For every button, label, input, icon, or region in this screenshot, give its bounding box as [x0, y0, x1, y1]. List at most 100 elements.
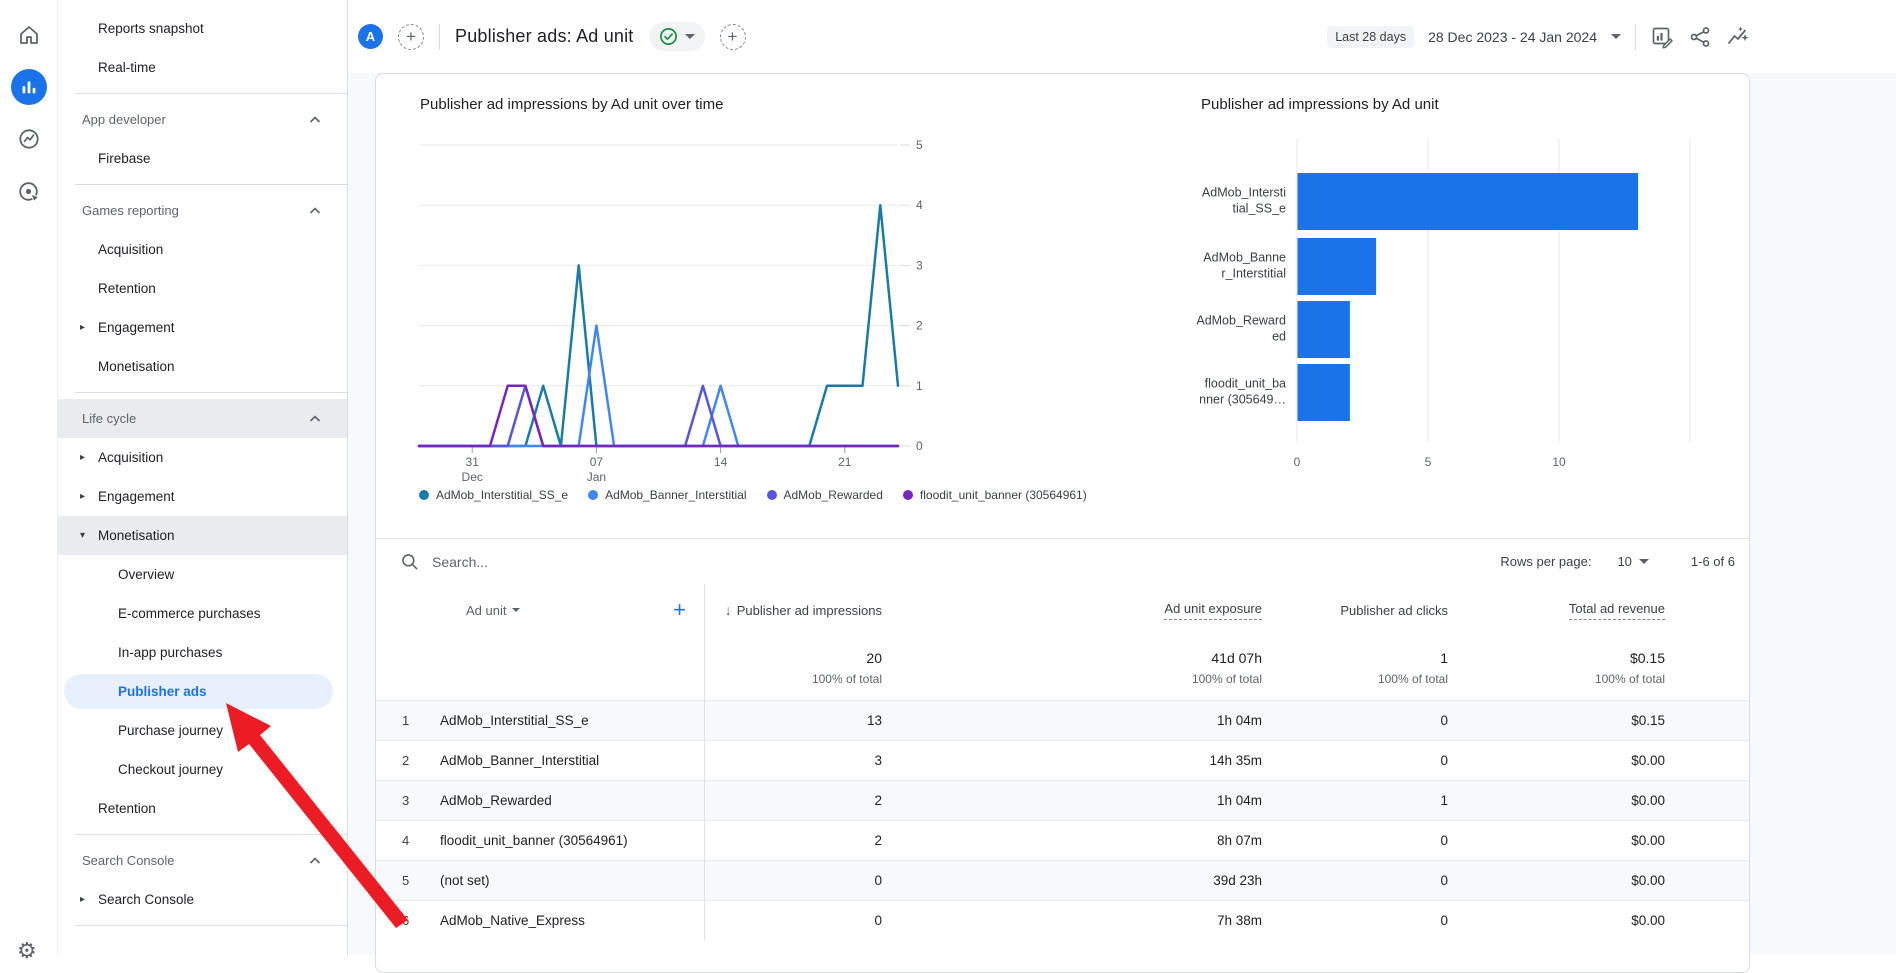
sidebar-item-acquisition[interactable]: Acquisition: [58, 230, 347, 269]
legend-item-floodit-unit-banner-30564961: floodit_unit_banner (30564961): [903, 488, 1087, 502]
sidebar-item-retention[interactable]: Retention: [58, 269, 347, 308]
collapse-arrow-icon[interactable]: ▾: [80, 530, 94, 541]
dimension-chevron-icon[interactable]: [512, 608, 520, 612]
sidebar-section-app-developer[interactable]: App developer: [58, 100, 347, 139]
sidebar-item-label: Acquisition: [98, 242, 163, 257]
row-index: 2: [376, 741, 440, 780]
sidebar-item-publisher-ads[interactable]: Publisher ads: [64, 674, 333, 709]
sidebar-item-monetisation[interactable]: ▾ Monetisation: [58, 516, 347, 555]
sidebar-section-games-reporting[interactable]: Games reporting: [58, 191, 347, 230]
row-index: 3: [376, 781, 440, 820]
totals-value: 20: [866, 650, 882, 666]
sidebar-section-life-cycle[interactable]: Life cycle: [58, 399, 347, 438]
row-clicks: 0: [1286, 821, 1472, 860]
sidebar-item-retention[interactable]: Retention: [58, 789, 347, 828]
x-axis-label: 07: [590, 455, 604, 469]
column-header-exposure[interactable]: Ad unit exposure: [906, 584, 1286, 636]
row-exposure: 14h 35m: [906, 741, 1286, 780]
bar-admob-banner-interstitial: [1298, 238, 1377, 295]
row-revenue: $0.00: [1472, 821, 1749, 860]
table-row: 5(not set)039d 23h0$0.00: [376, 860, 1749, 900]
date-range[interactable]: 28 Dec 2023 - 24 Jan 2024: [1428, 29, 1597, 45]
line-chart: 01234531Dec07Jan1421: [376, 74, 976, 538]
expand-arrow-icon[interactable]: ▸: [80, 452, 94, 463]
sidebar-item-real-time[interactable]: Real-time: [58, 48, 347, 87]
x-axis-label: 0: [1294, 455, 1301, 469]
comparison-avatar[interactable]: A: [358, 24, 383, 49]
expand-arrow-icon[interactable]: ▸: [80, 322, 94, 333]
dimension-header[interactable]: Ad unit +: [440, 584, 704, 636]
admin-gear-icon[interactable]: ⚙: [17, 938, 37, 964]
legend-dot-icon: [903, 490, 913, 500]
sidebar-item-monetisation[interactable]: Monetisation: [58, 347, 347, 386]
y-axis-label: 5: [916, 138, 923, 152]
add-report-tab-button[interactable]: +: [720, 24, 746, 50]
table-row: 2AdMob_Banner_Interstitial314h 35m0$0.00: [376, 740, 1749, 780]
bar-chart-icon: [18, 76, 40, 98]
customize-report-icon[interactable]: [1650, 25, 1674, 49]
sidebar-item-acquisition[interactable]: ▸Acquisition: [58, 438, 347, 477]
x-axis-label: 14: [714, 455, 728, 469]
sidebar-item-label: Real-time: [98, 60, 156, 75]
sidebar-item-in-app-purchases[interactable]: In-app purchases: [58, 633, 347, 672]
explore-icon[interactable]: [17, 127, 41, 151]
header-right-group: Last 28 days 28 Dec 2023 - 24 Jan 2024: [1327, 24, 1896, 50]
add-metric-button[interactable]: +: [673, 597, 686, 623]
totals-subtext: 100% of total: [1192, 672, 1262, 686]
sidebar-item-checkout-journey[interactable]: Checkout journey: [58, 750, 347, 789]
date-preset-badge: Last 28 days: [1327, 26, 1414, 48]
sidebar-item-firebase[interactable]: Firebase: [58, 139, 347, 178]
sidebar-item-engagement[interactable]: ▸Engagement: [58, 308, 347, 347]
y-axis-label: 1: [916, 379, 923, 393]
row-exposure: 1h 04m: [906, 781, 1286, 820]
bar-category-label: AdMob_Intersti: [1202, 186, 1286, 200]
insights-icon[interactable]: [1726, 25, 1750, 49]
row-index: 1: [376, 701, 440, 740]
row-clicks: 0: [1286, 741, 1472, 780]
column-header-impressions[interactable]: ↓ Publisher ad impressions: [704, 584, 906, 636]
row-exposure: 39d 23h: [906, 861, 1286, 900]
sidebar-item-engagement[interactable]: ▸Engagement: [58, 477, 347, 516]
header-left-group: A + Publisher ads: Ad unit +: [358, 22, 746, 51]
sidebar-item-label: Monetisation: [98, 528, 175, 543]
row-ad-unit: AdMob_Banner_Interstitial: [440, 741, 704, 780]
sidebar-item-purchase-journey[interactable]: Purchase journey: [58, 711, 347, 750]
bar-admob-interstitial-ss-e: [1298, 173, 1639, 230]
legend-label: AdMob_Rewarded: [784, 488, 883, 502]
column-header-label: Publisher ad impressions: [737, 603, 882, 618]
x-axis-label: Jan: [587, 470, 606, 484]
line-series-floodit-unit-banner-30564961: [419, 386, 898, 446]
expand-arrow-icon[interactable]: ▸: [80, 894, 94, 905]
reports-icon[interactable]: [11, 69, 47, 105]
sidebar-item-reports-snapshot[interactable]: Reports snapshot: [58, 9, 347, 48]
sidebar-item-label: Retention: [98, 281, 156, 296]
row-ad-unit: AdMob_Interstitial_SS_e: [440, 701, 704, 740]
legend-label: AdMob_Banner_Interstitial: [605, 488, 746, 502]
bar-admob-rewarded: [1298, 301, 1350, 358]
row-ad-unit: AdMob_Rewarded: [440, 781, 704, 820]
share-icon[interactable]: [1688, 25, 1712, 49]
sidebar-item-label: Reports snapshot: [98, 21, 204, 36]
sidebar-item-e-commerce-purchases[interactable]: E-commerce purchases: [58, 594, 347, 633]
column-header-revenue[interactable]: Total ad revenue: [1472, 584, 1749, 636]
sidebar-item-search-console[interactable]: ▸Search Console: [58, 880, 347, 919]
legend-dot-icon: [419, 490, 429, 500]
rows-per-page-value[interactable]: 10: [1617, 554, 1631, 569]
sidebar-section-search-console[interactable]: Search Console: [58, 841, 347, 880]
column-header-clicks[interactable]: Publisher ad clicks: [1286, 584, 1472, 636]
sidebar-divider: [75, 834, 347, 835]
add-comparison-button[interactable]: +: [398, 24, 424, 50]
table-toolbar: Rows per page: 10 1-6 of 6: [376, 538, 1749, 584]
date-chevron-down-icon[interactable]: [1611, 34, 1621, 39]
header-divider: [1635, 24, 1636, 50]
sidebar-item-overview[interactable]: Overview: [58, 555, 347, 594]
advertising-icon[interactable]: [17, 180, 41, 204]
pagination-range: 1-6 of 6: [1691, 554, 1735, 569]
expand-arrow-icon[interactable]: ▸: [80, 491, 94, 502]
report-status-pill[interactable]: [649, 22, 705, 51]
search-input[interactable]: [432, 554, 752, 570]
row-clicks: 0: [1286, 861, 1472, 900]
row-index: 4: [376, 821, 440, 860]
rows-per-page-chevron-icon[interactable]: [1639, 559, 1649, 564]
home-icon[interactable]: [17, 23, 41, 47]
